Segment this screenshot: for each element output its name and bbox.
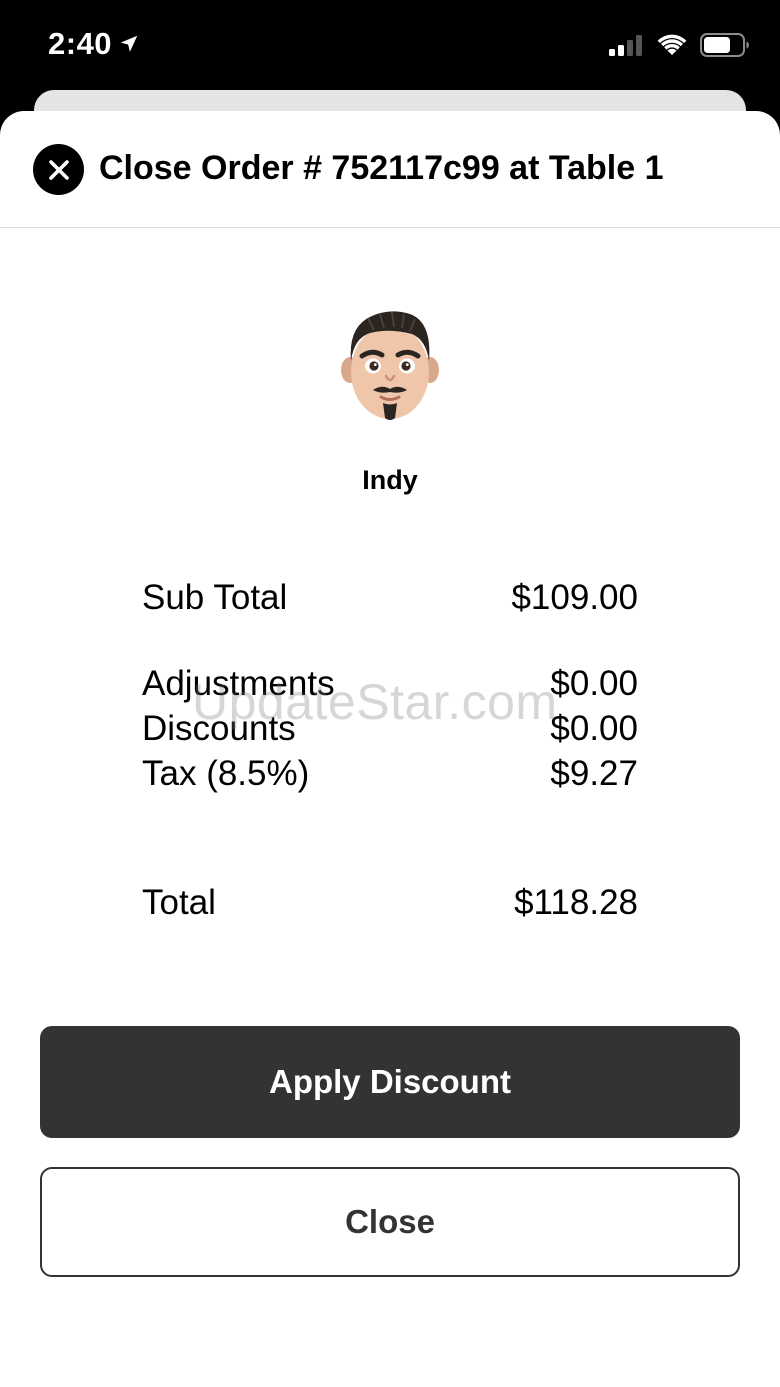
location-arrow-icon [120, 35, 138, 52]
status-icons [608, 33, 750, 57]
tax-row: Tax (8.5%) $9.27 [142, 754, 638, 798]
close-button-secondary[interactable]: Close [40, 1167, 740, 1277]
memoji-avatar [341, 311, 439, 420]
close-button[interactable] [33, 144, 84, 195]
time-label: 2:40 [48, 26, 113, 61]
wifi-icon [657, 34, 687, 55]
subtotal-label: Sub Total [142, 578, 288, 617]
tax-label: Tax (8.5%) [142, 754, 310, 793]
close-order-sheet: Close Order # 752117c99 at Table 1 Indy [0, 111, 780, 1387]
subtotal-value: $109.00 [511, 578, 638, 617]
total-value: $118.28 [514, 883, 638, 922]
status-bar: 2:40 [0, 0, 780, 90]
customer-name: Indy [362, 465, 418, 495]
battery-icon [700, 33, 749, 57]
apply-discount-button[interactable]: Apply Discount [40, 1026, 740, 1138]
discounts-value: $0.00 [550, 709, 638, 748]
page-title: Close Order # 752117c99 at Table 1 [99, 149, 664, 187]
total-label: Total [142, 883, 216, 922]
sheet-header: Close Order # 752117c99 at Table 1 [0, 111, 780, 228]
tax-value: $9.27 [550, 754, 638, 793]
subtotal-row: Sub Total $109.00 [142, 578, 638, 622]
watermark: UpdateStar.com [192, 674, 558, 730]
status-time: 2:40 [48, 26, 140, 62]
adjustments-value: $0.00 [550, 664, 638, 703]
total-row: Total $118.28 [142, 883, 638, 927]
cellular-signal-icon [609, 35, 642, 56]
close-icon [48, 159, 69, 180]
